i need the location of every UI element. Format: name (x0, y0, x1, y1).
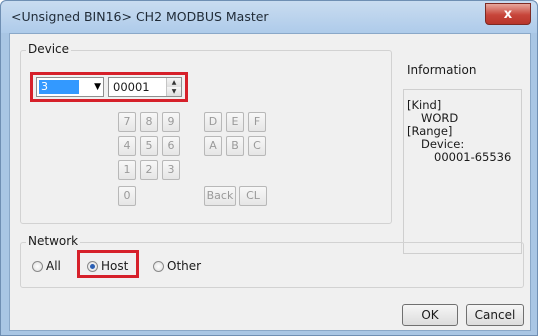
radio-all-label[interactable]: All (46, 259, 61, 273)
device-address-value: 00001 (113, 80, 150, 94)
key-f[interactable]: F (248, 112, 266, 132)
key-7[interactable]: 7 (118, 112, 136, 132)
radio-other[interactable] (153, 261, 164, 272)
key-4[interactable]: 4 (118, 136, 136, 156)
key-3[interactable]: 3 (162, 160, 180, 180)
device-group-label: Device (26, 42, 72, 56)
device-address-stepper[interactable]: 00001 ▲ ▼ (108, 77, 182, 97)
ok-button[interactable]: OK (402, 304, 458, 326)
close-icon: x (503, 6, 513, 22)
key-2[interactable]: 2 (140, 160, 158, 180)
chevron-down-icon: ▼ (94, 82, 101, 92)
key-0[interactable]: 0 (118, 186, 136, 206)
dialog-window: <Unsigned BIN16> CH2 MODBUS Master x Dev… (0, 0, 538, 336)
key-b[interactable]: B (226, 136, 244, 156)
title-bar[interactable]: <Unsigned BIN16> CH2 MODBUS Master x (1, 1, 537, 33)
radio-host[interactable] (87, 261, 98, 272)
dialog-body: Device 3 ▼ 00001 ▲ ▼ 7 8 9 4 5 6 1 2 3 0… (9, 33, 531, 331)
device-type-dropdown[interactable]: 3 ▼ (36, 77, 104, 97)
information-title: Information (407, 63, 477, 77)
radio-all[interactable] (32, 261, 43, 272)
radio-other-label[interactable]: Other (167, 259, 201, 273)
close-button[interactable]: x (485, 3, 531, 25)
back-key[interactable]: Back (204, 186, 236, 206)
device-type-value: 3 (39, 80, 79, 94)
info-range-device-value: 00001-65536 (434, 150, 512, 164)
key-5[interactable]: 5 (140, 136, 158, 156)
key-d[interactable]: D (204, 112, 222, 132)
window-title: <Unsigned BIN16> CH2 MODBUS Master (11, 9, 269, 24)
cancel-button[interactable]: Cancel (466, 304, 524, 326)
key-c[interactable]: C (248, 136, 266, 156)
key-8[interactable]: 8 (140, 112, 158, 132)
key-e[interactable]: E (226, 112, 244, 132)
key-1[interactable]: 1 (118, 160, 136, 180)
chevron-down-icon[interactable]: ▼ (167, 87, 181, 96)
radio-host-label[interactable]: Host (101, 259, 128, 273)
network-group-label: Network (26, 234, 81, 248)
address-spin-buttons: ▲ ▼ (166, 78, 181, 96)
key-6[interactable]: 6 (162, 136, 180, 156)
key-a[interactable]: A (204, 136, 222, 156)
key-9[interactable]: 9 (162, 112, 180, 132)
clear-key[interactable]: CL (239, 186, 267, 206)
